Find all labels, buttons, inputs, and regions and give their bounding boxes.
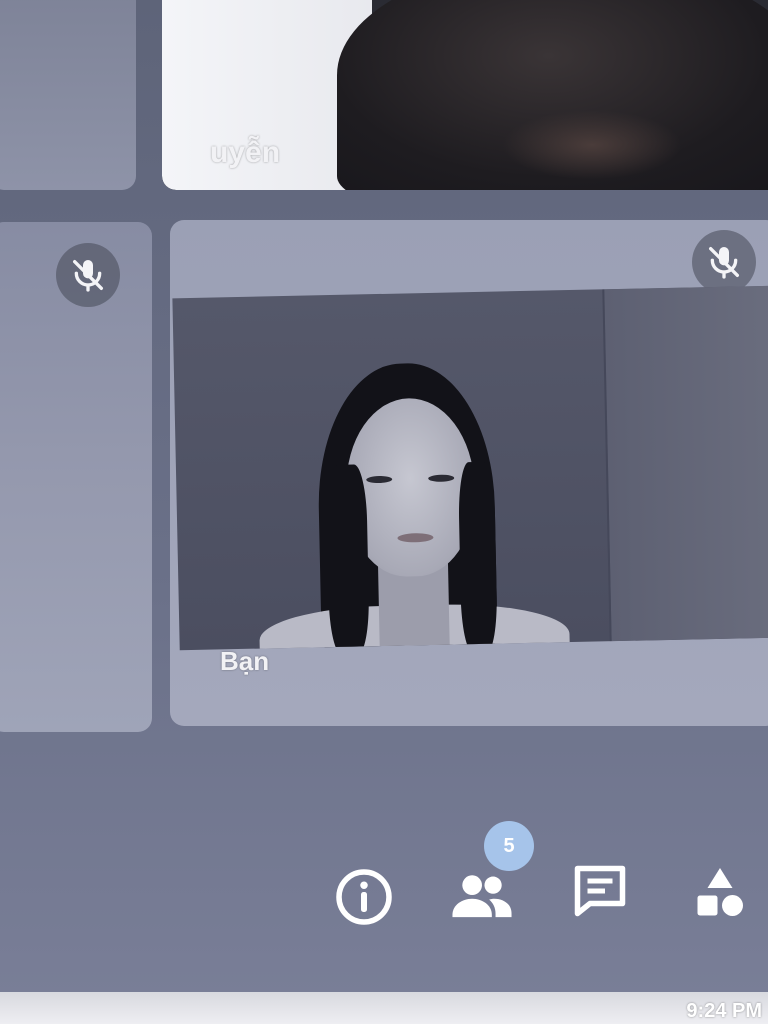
taskbar	[0, 992, 768, 1024]
meeting-toolbar: 5	[320, 821, 768, 945]
self-video-feed	[172, 285, 768, 651]
video-background	[602, 285, 768, 642]
participant-tile-top-left[interactable]	[0, 0, 136, 190]
mic-muted-icon	[692, 230, 756, 294]
chat-button[interactable]	[568, 859, 632, 923]
people-icon	[452, 875, 512, 918]
mic-muted-icon	[56, 243, 120, 307]
chat-icon	[574, 865, 626, 917]
activities-icon	[697, 868, 743, 916]
participant-name-label: uyễn	[210, 136, 281, 169]
self-name-label: Bạn	[220, 646, 270, 676]
participant-hair	[325, 464, 370, 651]
participant-face	[502, 110, 682, 180]
system-clock: 9:24 PM	[686, 1000, 762, 1022]
activities-button[interactable]	[688, 861, 752, 925]
people-button[interactable]	[450, 863, 514, 927]
participant-hair	[457, 461, 498, 651]
info-icon	[336, 869, 392, 925]
meeting-details-button[interactable]	[332, 865, 396, 929]
